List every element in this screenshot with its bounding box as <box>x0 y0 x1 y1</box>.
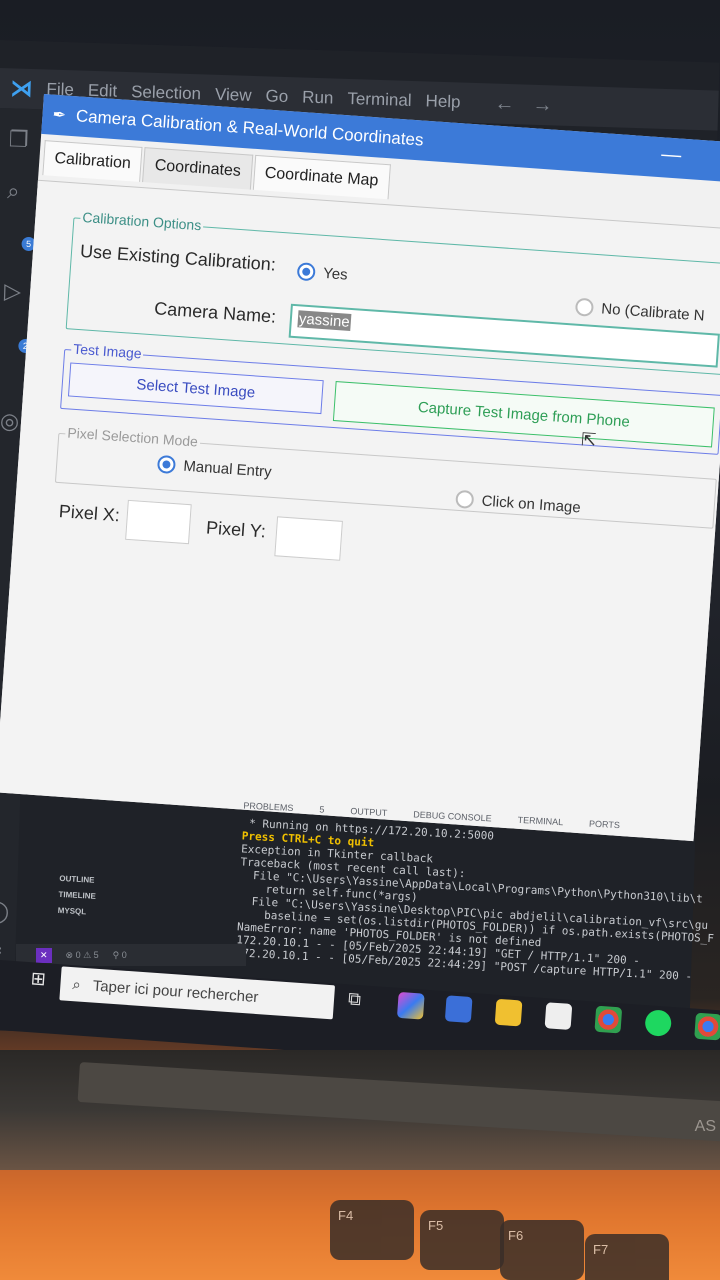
feather-icon: ✒ <box>51 106 67 125</box>
panel-tab-problems-count: 5 <box>319 804 325 815</box>
menu-terminal[interactable]: Terminal <box>347 89 412 111</box>
menu-view[interactable]: View <box>215 85 252 106</box>
problems-indicator[interactable]: ⊗ 0 ⚠ 5 <box>66 950 99 961</box>
mouse-cursor-icon: ⇱ <box>580 429 597 451</box>
remote-indicator-icon[interactable]: ✕ <box>36 947 52 963</box>
minimize-button[interactable]: — <box>660 143 682 167</box>
menu-run[interactable]: Run <box>302 88 334 109</box>
tab-coordinates[interactable]: Coordinates <box>142 147 254 190</box>
key-f7: F7 <box>585 1234 669 1280</box>
windows-start-icon[interactable]: ⊞ <box>30 968 46 990</box>
key-f4: F4 <box>330 1200 414 1260</box>
ports-indicator[interactable]: ⚲ 0 <box>113 950 127 961</box>
panel-tab-output[interactable]: OUTPUT <box>350 806 387 824</box>
calibration-options-legend: Calibration Options <box>79 208 204 234</box>
search-icon[interactable]: ⌕ <box>7 178 20 204</box>
select-test-image-button[interactable]: Select Test Image <box>67 362 324 415</box>
radio-yes-label: Yes <box>322 264 349 284</box>
keyboard: F4 F5 F6 F7 <box>0 1190 720 1280</box>
search-icon: ⌕ <box>71 975 82 994</box>
pixel-x-label: Pixel X: <box>58 501 121 526</box>
radio-manual-dot <box>156 454 177 475</box>
panel-tab-terminal[interactable]: TERMINAL <box>517 815 563 833</box>
sidebar-sections: OUTLINE TIMELINE MYSQL <box>57 871 97 921</box>
account-icon[interactable]: ◯ <box>0 898 10 925</box>
store-icon[interactable] <box>444 995 473 1023</box>
search-placeholder: Taper ici pour rechercher <box>92 977 259 1006</box>
calibration-app-window: ✒ Camera Calibration & Real-World Coordi… <box>0 94 720 842</box>
radio-yes[interactable]: Yes <box>296 262 349 284</box>
timeline-section[interactable]: TIMELINE <box>58 887 96 905</box>
pixel-y-input[interactable] <box>274 516 343 561</box>
capture-test-image-button[interactable]: Capture Test Image from Phone <box>332 381 715 448</box>
use-existing-label: Use Existing Calibration: <box>79 240 277 275</box>
radio-no[interactable]: No (Calibrate N <box>574 297 706 325</box>
tab-calibration[interactable]: Calibration <box>42 140 144 182</box>
panel-tab-ports[interactable]: PORTS <box>588 819 620 837</box>
calibration-options-frame: Calibration Options Use Existing Calibra… <box>65 208 720 376</box>
key-f5: F5 <box>420 1210 504 1270</box>
spotify-icon[interactable] <box>644 1009 673 1037</box>
tab-coordinate-map[interactable]: Coordinate Map <box>252 154 391 200</box>
chrome-icon[interactable] <box>594 1005 623 1034</box>
chrome-profile-icon[interactable] <box>694 1012 720 1041</box>
nav-arrows-icon[interactable]: ←→ <box>494 92 571 117</box>
file-explorer-icon[interactable] <box>494 998 523 1027</box>
remote-icon[interactable]: ◎ <box>0 408 20 435</box>
debug-icon[interactable]: ▷ <box>4 278 22 305</box>
coordinates-tab-panel: Calibration Options Use Existing Calibra… <box>0 179 720 842</box>
radio-no-dot <box>574 297 595 317</box>
task-view-icon[interactable]: ⧉ <box>347 988 375 1016</box>
copilot-icon[interactable] <box>396 991 425 1020</box>
capcut-icon[interactable] <box>544 1002 573 1030</box>
radio-click-dot <box>455 489 475 509</box>
laptop-brand-logo: AS <box>694 1118 716 1135</box>
radio-click-label: Click on Image <box>481 492 582 516</box>
explorer-icon[interactable]: ❐ <box>8 126 30 153</box>
radio-yes-dot <box>296 262 316 282</box>
key-f6: F6 <box>500 1220 584 1280</box>
pixel-selection-legend: Pixel Selection Mode <box>64 424 201 450</box>
camera-name-label: Camera Name: <box>153 298 277 327</box>
radio-no-label: No (Calibrate N <box>600 299 706 325</box>
vscode-logo-icon: ⋊ <box>10 75 33 102</box>
mysql-section[interactable]: MYSQL <box>57 903 95 921</box>
camera-name-value: yassine <box>297 310 352 331</box>
outline-section[interactable]: OUTLINE <box>59 871 97 889</box>
radio-click-on-image[interactable]: Click on Image <box>455 489 582 517</box>
radio-manual-entry[interactable]: Manual Entry <box>156 454 273 481</box>
test-image-legend: Test Image <box>70 340 145 362</box>
menu-help[interactable]: Help <box>425 91 461 112</box>
pixel-x-input[interactable] <box>125 499 192 545</box>
menu-go[interactable]: Go <box>265 86 288 107</box>
pixel-y-label: Pixel Y: <box>205 517 267 542</box>
radio-manual-label: Manual Entry <box>182 457 273 481</box>
